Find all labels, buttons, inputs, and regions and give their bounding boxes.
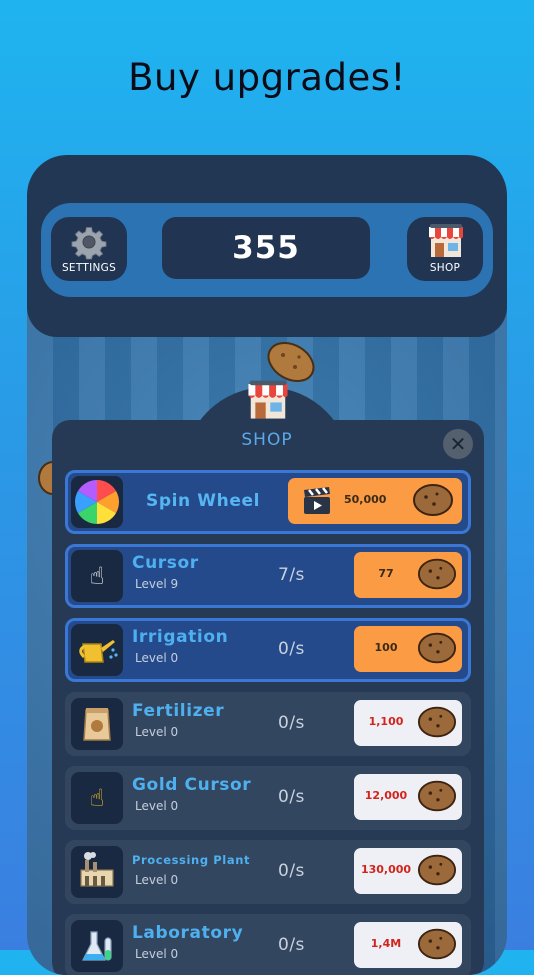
upgrade-icon-tile: ☝	[71, 550, 123, 602]
close-button[interactable]: ✕	[443, 429, 473, 459]
upgrade-price: 12,000	[364, 789, 408, 802]
spin-wheel-buy-button[interactable]: 50,000	[288, 478, 462, 524]
upgrade-price: 1,4M	[370, 937, 402, 950]
upgrade-level: Level 0	[135, 725, 179, 739]
upgrade-name: Processing Plant	[132, 853, 251, 867]
buy-button[interactable]: 77	[354, 552, 462, 598]
upgrade-level: Level 0	[135, 799, 179, 813]
potato-currency-icon	[417, 928, 457, 960]
store-icon	[248, 380, 288, 419]
potato-currency-icon	[417, 706, 457, 738]
upgrade-level: Level 0	[135, 873, 179, 887]
upgrade-price: 77	[378, 567, 394, 580]
upgrade-rate: 7/s	[278, 565, 305, 585]
upgrade-icon-tile	[71, 846, 123, 898]
store-icon	[429, 224, 463, 257]
watering-can-icon	[79, 640, 118, 663]
upgrade-name: Irrigation	[132, 627, 229, 647]
shop-title: SHOP	[241, 430, 293, 450]
shop-button[interactable]: SHOP	[407, 217, 483, 281]
upgrade-price: 1,100	[368, 715, 404, 728]
upgrade-level: Level 9	[135, 577, 179, 591]
upgrade-name: Cursor	[132, 553, 199, 573]
color-wheel-icon	[75, 480, 119, 524]
upgrade-row-irrigation[interactable]: Irrigation Level 0 0/s 100	[65, 618, 471, 682]
potato-currency-icon	[417, 780, 457, 812]
upgrade-icon-tile	[71, 920, 123, 972]
top-bar-inner: SETTINGS 355 SHOP	[41, 203, 493, 297]
buy-button[interactable]: 12,000	[354, 774, 462, 820]
upgrade-rate: 0/s	[278, 713, 305, 733]
upgrade-row-laboratory[interactable]: Laboratory Level 0 0/s 1,4M	[65, 914, 471, 975]
buy-button[interactable]: 1,4M	[354, 922, 462, 968]
upgrade-level: Level 0	[135, 947, 179, 961]
upgrade-rate: 0/s	[278, 787, 305, 807]
upgrade-price: 130,000	[360, 863, 412, 876]
upgrade-level: Level 0	[135, 651, 179, 665]
shop-label: SHOP	[429, 262, 461, 274]
flask-icon	[82, 931, 112, 961]
factory-icon	[80, 852, 114, 887]
buy-button[interactable]: 130,000	[354, 848, 462, 894]
upgrade-name: Gold Cursor	[132, 775, 252, 795]
buy-button[interactable]: 100	[354, 626, 462, 672]
spin-wheel-price: 50,000	[344, 493, 387, 506]
close-icon: ✕	[449, 432, 467, 456]
game-screen: SETTINGS 355 SHOP SHOP ✕ Spin Wheel 50,0…	[27, 155, 507, 975]
headline: Buy upgrades!	[128, 56, 406, 99]
potato-currency-icon	[417, 632, 457, 664]
potato-score: 355	[162, 217, 370, 279]
upgrade-rate: 0/s	[278, 861, 305, 881]
upgrade-name: Fertilizer	[132, 701, 225, 721]
potato-currency-icon	[417, 558, 457, 590]
upgrade-icon-tile: ☝	[71, 772, 123, 824]
settings-label: SETTINGS	[61, 262, 117, 274]
potato-currency-icon	[417, 854, 457, 886]
spin-wheel-icon-tile	[71, 476, 123, 528]
buy-button[interactable]: 1,100	[354, 700, 462, 746]
spin-wheel-name: Spin Wheel	[146, 491, 261, 511]
upgrade-rate: 0/s	[278, 639, 305, 659]
fertilizer-bag-icon	[83, 708, 111, 741]
upgrade-row-gold-cursor[interactable]: ☝ Gold Cursor Level 0 0/s 12,000	[65, 766, 471, 830]
settings-button[interactable]: SETTINGS	[51, 217, 127, 281]
upgrade-icon-tile	[71, 624, 123, 676]
upgrade-name: Laboratory	[132, 923, 244, 943]
gear-icon	[71, 227, 107, 260]
top-bar: SETTINGS 355 SHOP	[27, 155, 507, 337]
upgrade-rate: 0/s	[278, 935, 305, 955]
upgrade-row-processing-plant[interactable]: Processing Plant Level 0 0/s 130,000	[65, 840, 471, 904]
upgrade-row-fertilizer[interactable]: Fertilizer Level 0 0/s 1,100	[65, 692, 471, 756]
upgrade-price: 100	[374, 641, 398, 654]
hand-cursor-icon: ☝	[89, 562, 105, 590]
gold-hand-icon: ☝	[89, 784, 105, 812]
upgrade-row-cursor[interactable]: ☝ Cursor Level 9 7/s 77	[65, 544, 471, 608]
potato-currency-icon	[413, 484, 453, 516]
upgrade-icon-tile	[71, 698, 123, 750]
spin-wheel-row[interactable]: Spin Wheel 50,000	[65, 470, 471, 534]
clapperboard-icon	[304, 487, 330, 514]
